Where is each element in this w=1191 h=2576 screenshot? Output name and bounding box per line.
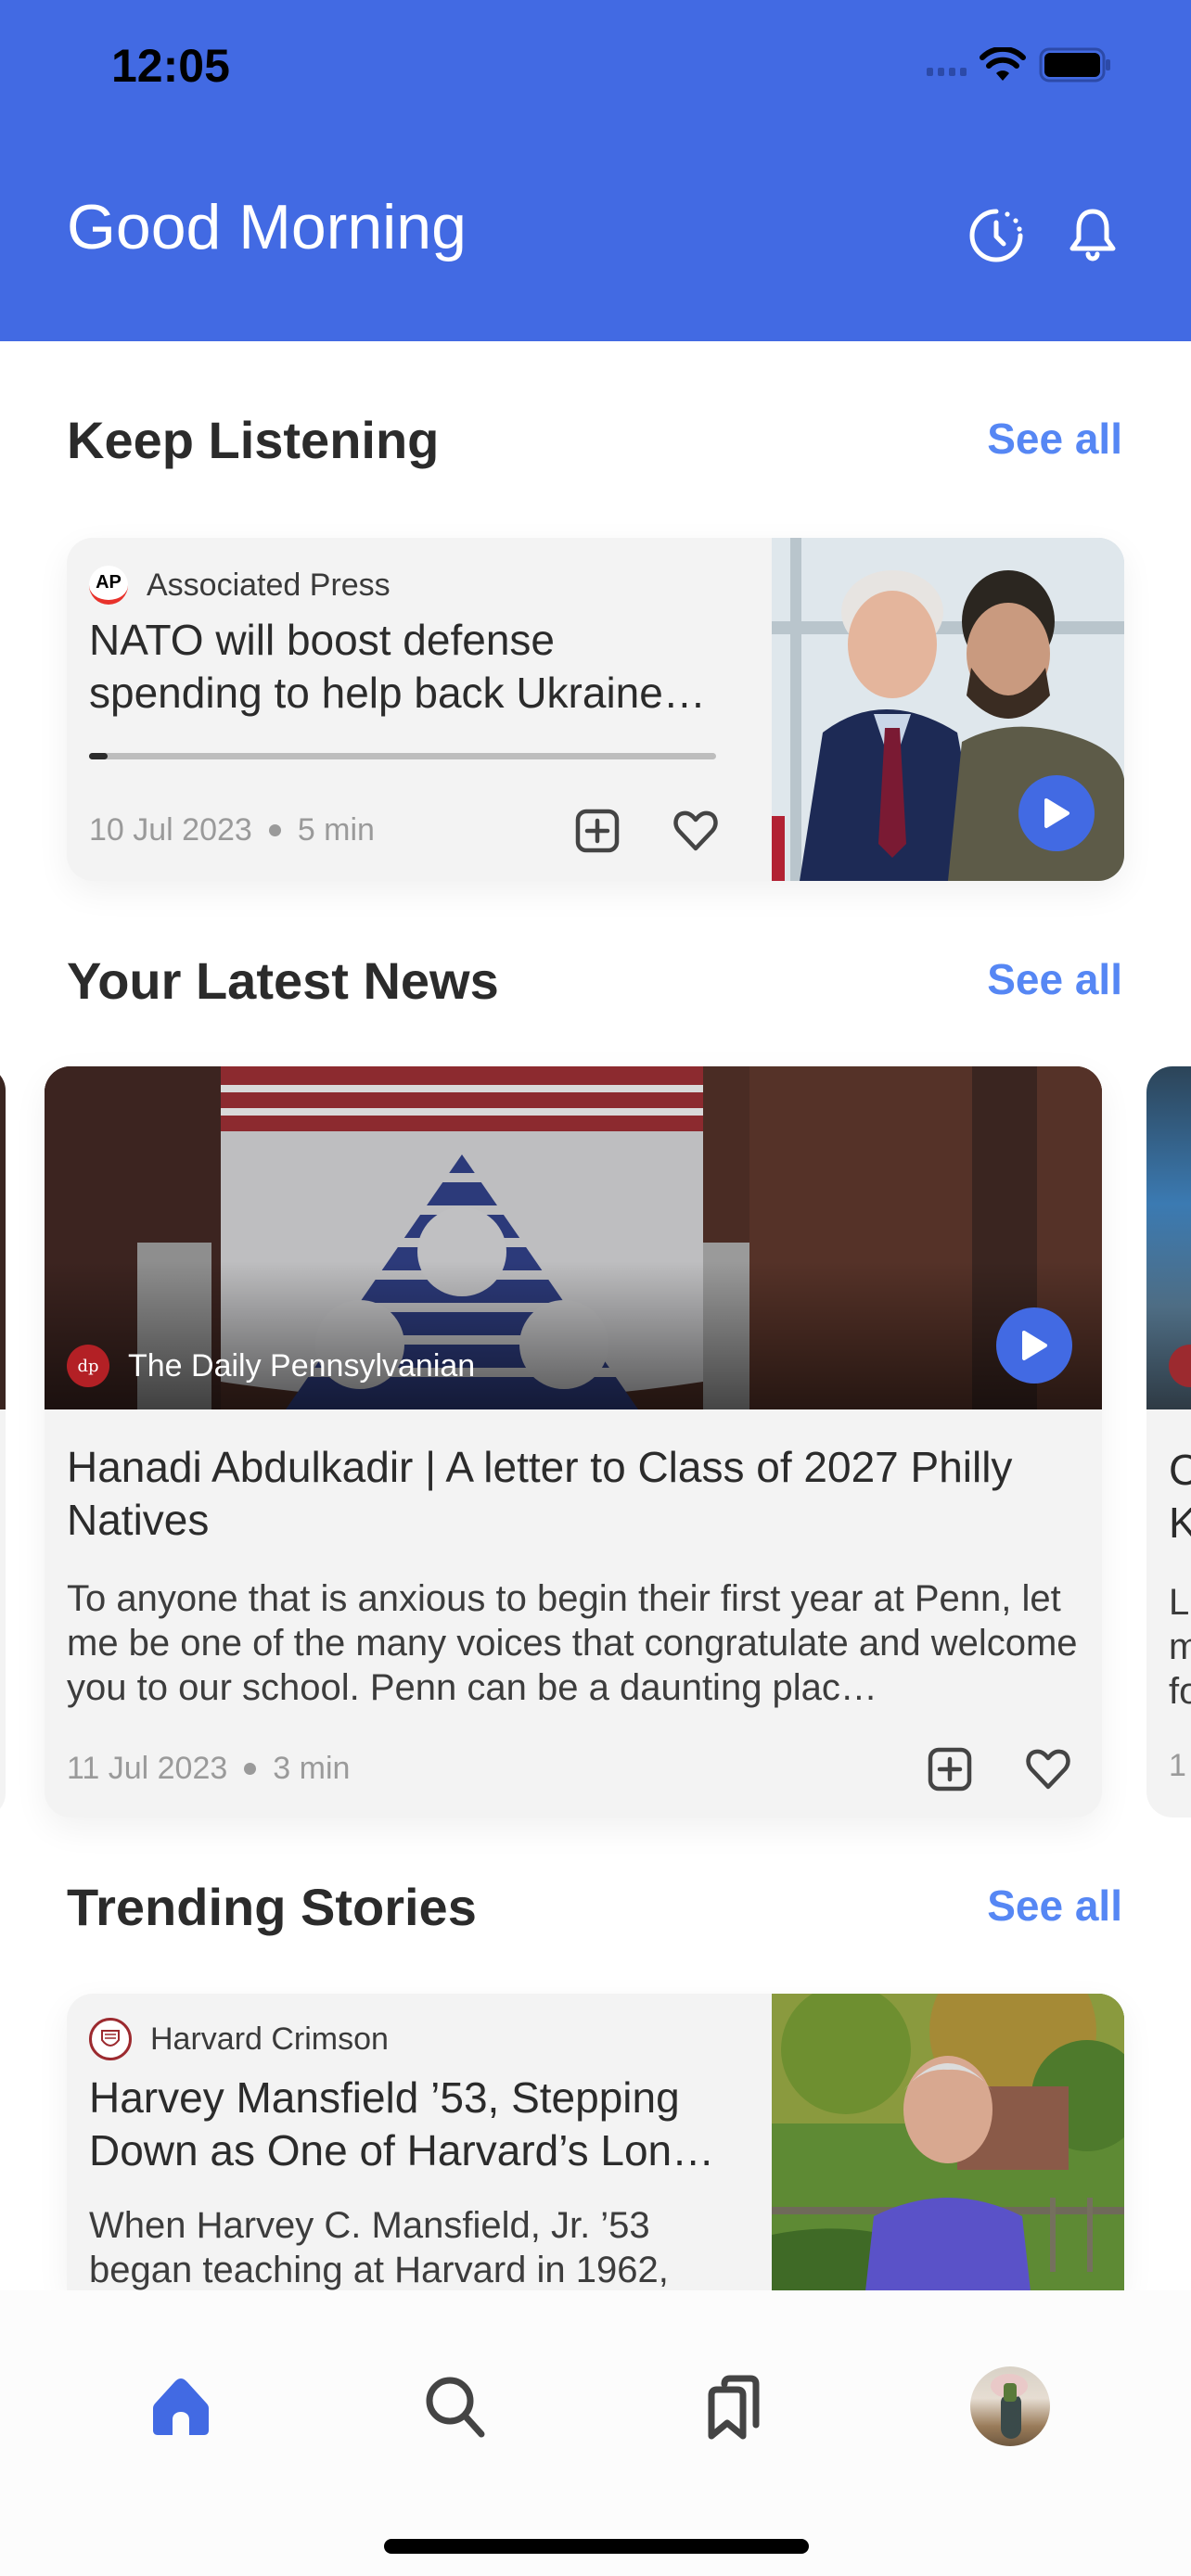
avatar [970, 2366, 1050, 2446]
next-card-summary-line: L [1169, 1582, 1190, 1623]
greeting-title: Good Morning [67, 192, 467, 262]
section-title-keep-listening: Keep Listening [67, 411, 440, 469]
article-meta: 10 Jul 2023 5 min [89, 812, 375, 848]
wifi-icon [980, 47, 1026, 81]
latest-news-card[interactable]: dp The Daily Pennsylvanian Hanadi Abdulk… [45, 1066, 1102, 1817]
next-card-meta: 1 [1169, 1748, 1186, 1783]
next-card-headline-line: K [1169, 1498, 1191, 1547]
section-title-latest-news: Your Latest News [67, 951, 499, 1010]
daily-pennsylvanian-logo-icon: dp [67, 1345, 109, 1387]
next-card-summary-line: m [1169, 1626, 1191, 1667]
article-headline[interactable]: Hanadi Abdulkadir | A letter to Class of… [67, 1441, 1078, 1547]
section-title-trending: Trending Stories [67, 1878, 477, 1936]
search-icon [426, 2377, 485, 2438]
add-to-playlist-icon[interactable] [573, 807, 621, 855]
latest-news-see-all-link[interactable]: See all [987, 954, 1122, 1004]
article-thumbnail[interactable] [772, 538, 1124, 881]
app-header: 12:05 Good Morning [0, 0, 1191, 341]
source-row: dp The Daily Pennsylvanian [67, 1345, 475, 1387]
source-name: Harvard Crimson [150, 2021, 389, 2057]
article-meta: 11 Jul 2023 3 min [67, 1751, 350, 1787]
add-to-playlist-icon[interactable] [926, 1745, 974, 1793]
like-heart-icon[interactable] [672, 807, 720, 855]
article-date: 10 Jul 2023 [89, 812, 252, 848]
cellular-signal-icon [927, 54, 967, 76]
next-card-headline-line: C [1169, 1446, 1191, 1494]
image-gradient-overlay [45, 1261, 1102, 1409]
source-row: Harvard Crimson [89, 2018, 389, 2060]
status-time: 12:05 [111, 40, 230, 92]
tab-profile[interactable] [968, 2365, 1052, 2448]
article-hero-image[interactable]: dp The Daily Pennsylvanian [45, 1066, 1102, 1409]
article-duration: 5 min [297, 812, 375, 848]
play-button[interactable] [1018, 775, 1095, 851]
keep-listening-see-all-link[interactable]: See all [987, 414, 1122, 464]
listening-progress-bar [89, 753, 716, 759]
article-summary: To anyone that is anxious to begin their… [67, 1578, 1078, 1708]
history-icon[interactable] [967, 206, 1026, 265]
ap-logo-icon: AP [89, 566, 128, 605]
source-row: AP Associated Press [89, 566, 391, 605]
bookmarks-icon [708, 2375, 760, 2440]
article-headline[interactable]: NATO will boost defense spending to help… [89, 614, 738, 720]
trending-card[interactable]: Harvard Crimson Harvey Mansfield ’53, St… [67, 1994, 1124, 2290]
listening-progress-fill [89, 753, 109, 759]
article-headline[interactable]: Harvey Mansfield ’53, Stepping Down as O… [89, 2072, 738, 2177]
next-card-summary-line: fo [1169, 1671, 1191, 1712]
play-icon [1044, 798, 1069, 828]
tab-bookmarks[interactable] [692, 2365, 775, 2448]
bell-icon[interactable] [1063, 206, 1122, 265]
home-indicator[interactable] [384, 2539, 809, 2554]
next-news-card-peek[interactable]: C K L m fo 1 [1146, 1066, 1191, 1817]
tab-home[interactable] [139, 2365, 223, 2448]
harvard-crimson-logo-icon [89, 2018, 132, 2060]
separator-dot [268, 824, 281, 836]
article-date: 11 Jul 2023 [67, 1751, 228, 1786]
trending-see-all-link[interactable]: See all [987, 1881, 1122, 1931]
status-icons [927, 46, 1113, 83]
source-name: The Daily Pennsylvanian [128, 1347, 476, 1384]
play-icon [1022, 1331, 1047, 1360]
article-duration: 3 min [273, 1751, 351, 1786]
article-summary: When Harvey C. Mansfield, Jr. ’53 began … [89, 2205, 669, 2290]
separator-dot [244, 1763, 257, 1775]
bottom-tab-bar [0, 2290, 1191, 2576]
tab-search[interactable] [414, 2365, 497, 2448]
home-icon [153, 2378, 209, 2435]
battery-icon [1039, 47, 1110, 83]
previous-news-card-peek[interactable] [0, 1066, 6, 1817]
play-button[interactable] [996, 1307, 1072, 1384]
source-name: Associated Press [147, 567, 391, 603]
like-heart-icon[interactable] [1024, 1745, 1072, 1793]
keep-listening-card[interactable]: AP Associated Press NATO will boost defe… [67, 538, 1124, 881]
thumbnail-photo [772, 1994, 1124, 2290]
article-thumbnail[interactable] [772, 1994, 1124, 2290]
